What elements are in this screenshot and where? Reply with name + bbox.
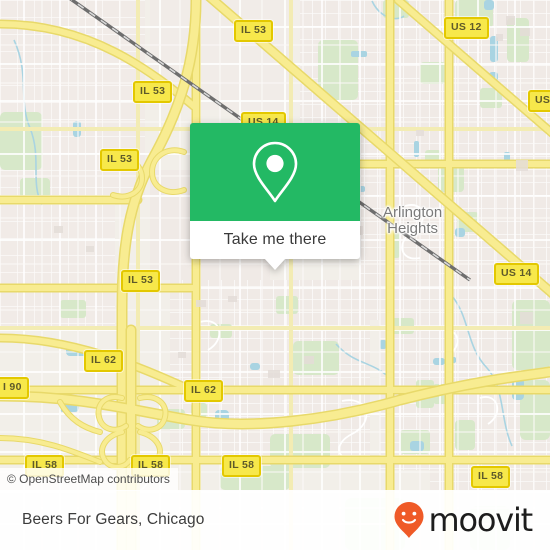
road-shield: US 12 bbox=[444, 17, 489, 39]
map-screen: IL 53 IL 53 IL 53 IL 53 US 14 US 14 US 1… bbox=[0, 0, 550, 550]
road-shield: IL 62 bbox=[184, 380, 224, 402]
road-shield: IL 58 bbox=[471, 466, 511, 488]
callout-action-area[interactable]: Take me there bbox=[190, 221, 360, 270]
map-pin-icon bbox=[252, 141, 298, 203]
take-me-there-button[interactable]: Take me there bbox=[224, 231, 327, 249]
location-callout-card[interactable]: Take me there bbox=[190, 123, 360, 270]
callout-tail bbox=[264, 258, 286, 270]
road-shield: IL 58 bbox=[222, 455, 262, 477]
road-shield: IL 53 bbox=[100, 149, 140, 171]
place-label-arlington-heights: Arlington Heights bbox=[383, 204, 443, 237]
moovit-wordmark: moovit bbox=[428, 501, 533, 539]
road-shield: IL 53 bbox=[121, 270, 161, 292]
road-shield: IL 53 bbox=[133, 81, 173, 103]
callout-icon-area bbox=[190, 123, 360, 221]
road-shield: IL 53 bbox=[234, 20, 274, 42]
moovit-brand: moovit bbox=[392, 500, 533, 540]
venue-title: Beers For Gears, Chicago bbox=[22, 511, 205, 528]
bottom-bar: Beers For Gears, Chicago moovit bbox=[0, 490, 550, 550]
moovit-pin-smile-icon bbox=[394, 502, 424, 538]
road-shield: IL 62 bbox=[84, 350, 124, 372]
osm-attribution[interactable]: © OpenStreetMap contributors bbox=[0, 468, 178, 491]
road-shield: US 14 bbox=[494, 263, 539, 285]
road-shield: US bbox=[528, 90, 550, 112]
road-shield: I 90 bbox=[0, 377, 29, 399]
